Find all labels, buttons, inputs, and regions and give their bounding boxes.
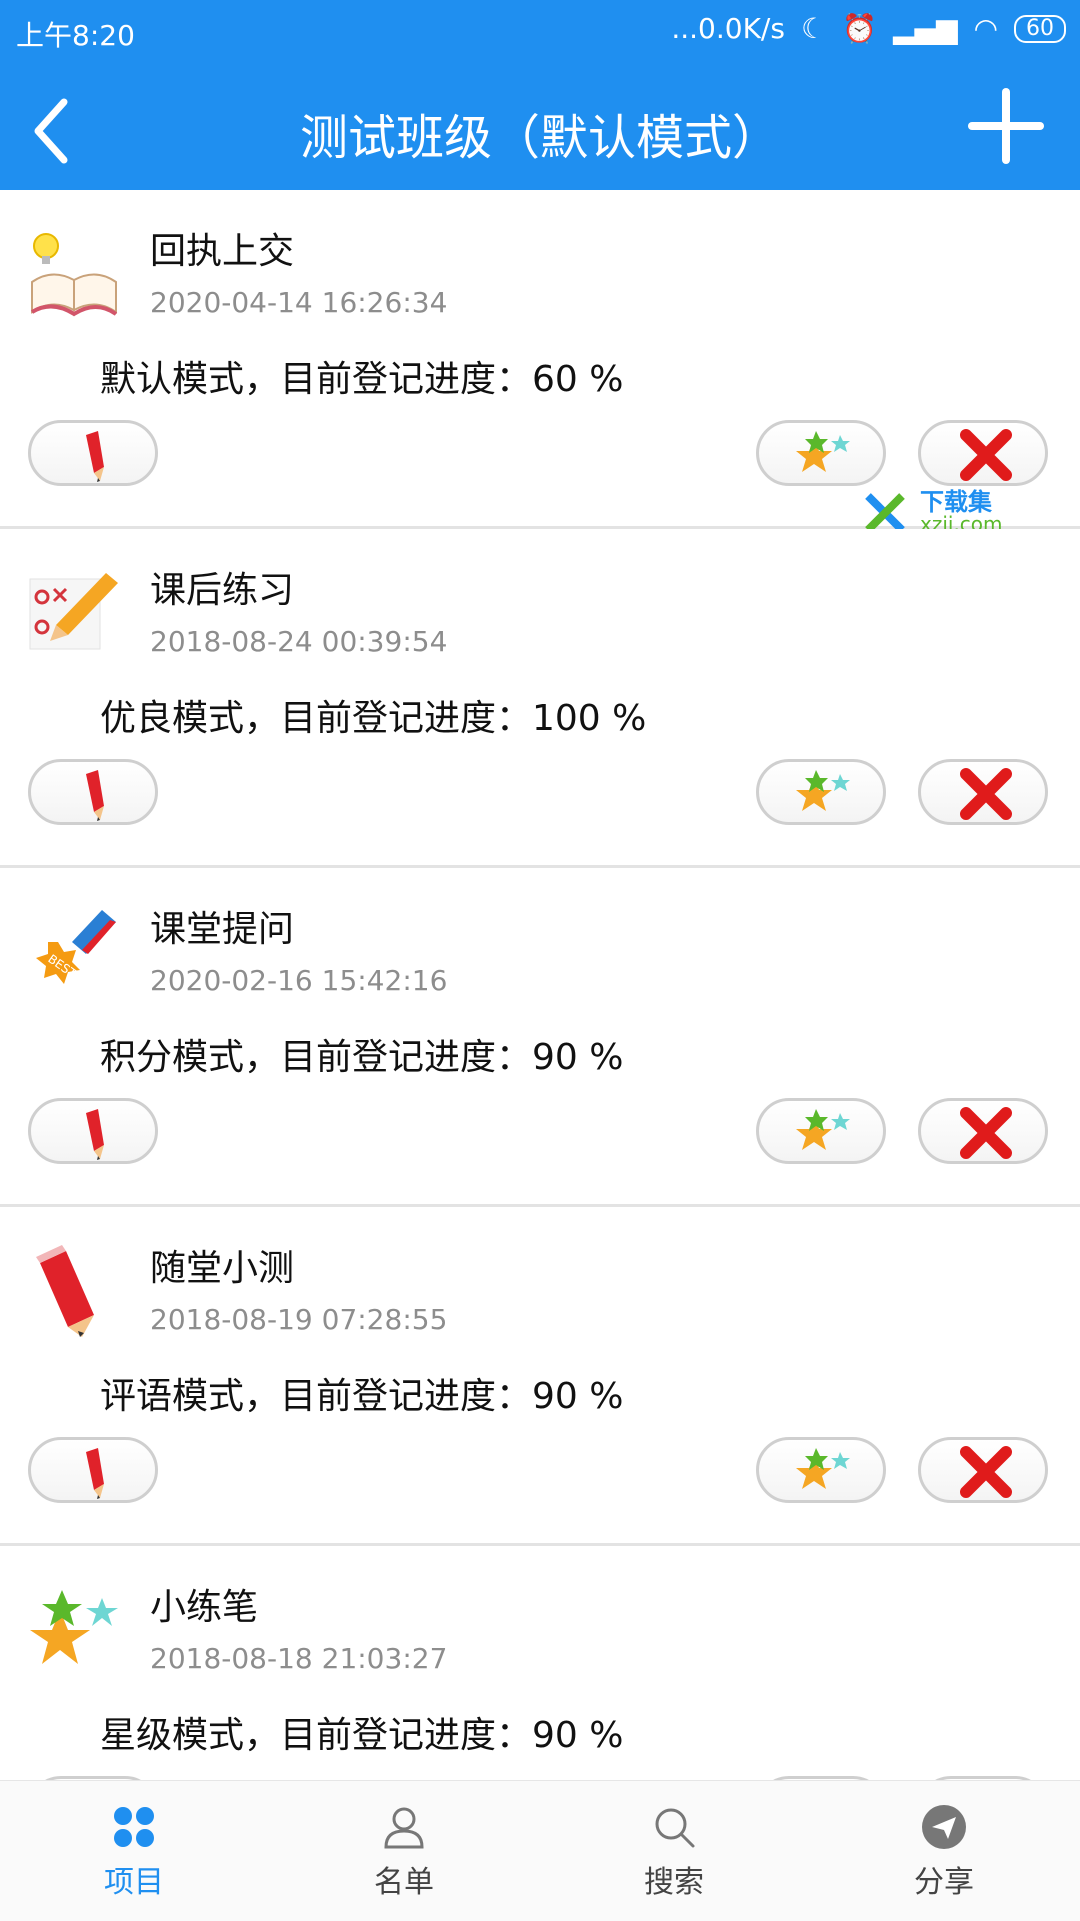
edit-button[interactable] xyxy=(28,759,158,825)
score-button[interactable] xyxy=(756,1098,886,1164)
bottom-nav: 项目 名单 搜索 分享 xyxy=(0,1780,1080,1921)
moon-icon: ☾ xyxy=(800,12,827,45)
open-book-icon xyxy=(30,233,118,317)
delete-x-icon xyxy=(960,429,1012,481)
status-icons: ...0.0K/s ☾ ⏰ ▂▄▆ ◠ 60 xyxy=(671,12,1066,45)
wifi-icon: ◠ xyxy=(973,12,998,45)
pencil-icon xyxy=(86,431,104,482)
tab-label: 名单 xyxy=(374,1865,434,1900)
item-name: 随堂小测 xyxy=(150,1248,295,1289)
tab-roster[interactable]: 名单 xyxy=(334,1803,474,1901)
delete-button[interactable] xyxy=(918,420,1048,486)
app-bar: 测试班级（默认模式） xyxy=(0,64,1080,190)
list-item[interactable]: 课后练习 2018-08-24 00:39:54 优良模式，目前登记进度：100… xyxy=(0,529,1080,868)
project-list[interactable]: 回执上交 2020-04-14 16:26:34 默认模式，目前登记进度：60 … xyxy=(0,190,1080,1780)
list-item[interactable]: 小练笔 2018-08-18 21:03:27 星级模式，目前登记进度：90 % xyxy=(0,1546,1080,1780)
list-item[interactable]: 随堂小测 2018-08-19 07:28:55 评语模式，目前登记进度：90 … xyxy=(0,1207,1080,1546)
edit-button[interactable] xyxy=(28,1098,158,1164)
alarm-icon: ⏰ xyxy=(842,12,877,45)
edit-button[interactable] xyxy=(28,420,158,486)
edit-button[interactable] xyxy=(28,1437,158,1503)
stars-icon xyxy=(796,1448,850,1489)
battery-indicator: 60 xyxy=(1014,14,1066,43)
score-button[interactable] xyxy=(756,420,886,486)
best-medal-icon: BEST xyxy=(36,910,116,984)
list-item[interactable]: BEST 课堂提问 2020-02-16 15:42:16 积分模式，目前登记进… xyxy=(0,868,1080,1207)
tab-projects[interactable]: 项目 xyxy=(64,1803,204,1901)
item-name: 课后练习 xyxy=(150,570,295,611)
item-date: 2020-02-16 15:42:16 xyxy=(150,964,448,997)
stars-icon xyxy=(30,1590,118,1664)
item-status: 评语模式，目前登记进度：90 % xyxy=(100,1376,624,1417)
tab-share[interactable]: 分享 xyxy=(874,1803,1014,1901)
item-name: 小练笔 xyxy=(150,1587,259,1628)
tictactoe-pencil-icon xyxy=(29,573,118,650)
list-item[interactable]: 回执上交 2020-04-14 16:26:34 默认模式，目前登记进度：60 … xyxy=(0,190,1080,536)
pencil-icon xyxy=(36,1245,94,1337)
tab-label: 项目 xyxy=(104,1865,164,1900)
share-icon xyxy=(922,1805,966,1849)
item-name: 回执上交 xyxy=(150,231,295,272)
delete-x-icon xyxy=(960,768,1012,820)
item-date: 2018-08-18 21:03:27 xyxy=(150,1642,448,1675)
net-speed: ...0.0K/s xyxy=(671,12,785,45)
item-status: 星级模式，目前登记进度：90 % xyxy=(100,1715,624,1756)
person-icon xyxy=(384,1807,424,1849)
plus-icon xyxy=(968,88,1044,164)
delete-button[interactable] xyxy=(918,759,1048,825)
grid-icon xyxy=(114,1807,154,1847)
score-button[interactable] xyxy=(756,1437,886,1503)
delete-x-icon xyxy=(960,1107,1012,1159)
tab-search[interactable]: 搜索 xyxy=(604,1803,744,1901)
item-date: 2018-08-24 00:39:54 xyxy=(150,625,448,658)
score-button[interactable] xyxy=(756,759,886,825)
delete-button[interactable] xyxy=(918,1098,1048,1164)
page-title: 测试班级（默认模式） xyxy=(299,110,780,166)
delete-x-icon xyxy=(960,1446,1012,1498)
item-status: 积分模式，目前登记进度：90 % xyxy=(100,1037,624,1078)
stars-icon xyxy=(796,431,850,472)
pencil-icon xyxy=(86,770,104,821)
search-icon xyxy=(655,1808,695,1848)
tab-label: 搜索 xyxy=(644,1865,704,1900)
item-status: 优良模式，目前登记进度：100 % xyxy=(100,698,647,739)
item-status: 默认模式，目前登记进度：60 % xyxy=(100,359,624,400)
stars-icon xyxy=(796,770,850,811)
delete-button[interactable] xyxy=(918,1437,1048,1503)
status-time: 上午8:20 xyxy=(16,19,135,52)
item-date: 2018-08-19 07:28:55 xyxy=(150,1303,448,1336)
stars-icon xyxy=(796,1109,850,1150)
item-name: 课堂提问 xyxy=(150,909,295,950)
pencil-icon xyxy=(86,1109,104,1160)
tab-label: 分享 xyxy=(914,1865,974,1900)
pencil-icon xyxy=(86,1448,104,1499)
item-date: 2020-04-14 16:26:34 xyxy=(150,286,448,319)
add-button[interactable] xyxy=(966,86,1046,166)
signal-icon: ▂▄▆ xyxy=(892,12,958,45)
status-bar: 上午8:20 ...0.0K/s ☾ ⏰ ▂▄▆ ◠ 60 xyxy=(0,0,1080,64)
